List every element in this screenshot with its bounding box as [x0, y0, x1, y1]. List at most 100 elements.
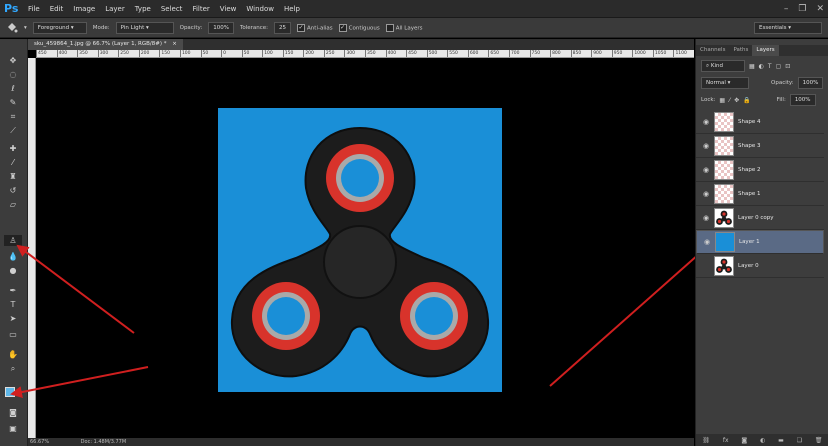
eyedropper-tool-icon[interactable]: ⟋: [4, 125, 22, 136]
history-brush-tool-icon[interactable]: ↺: [4, 185, 22, 196]
adjustment-icon[interactable]: ◐: [760, 437, 765, 444]
tolerance-field[interactable]: 25: [274, 21, 292, 34]
close-button[interactable]: ✕: [816, 4, 824, 14]
brush-tool-icon[interactable]: ⁄: [4, 157, 22, 168]
ruler-tick-label: 350: [77, 50, 98, 57]
status-bar: 66.67% Doc: 1.48M/3.77M: [28, 438, 694, 446]
all-layers-option[interactable]: All Layers: [385, 23, 423, 32]
all-layers-checkbox[interactable]: [385, 23, 394, 32]
menu-view[interactable]: View: [220, 5, 237, 13]
mask-icon[interactable]: ◙: [741, 437, 747, 444]
layer-name: Shape 4: [738, 118, 761, 125]
tool-preset-chevron-icon[interactable]: ▾: [24, 25, 27, 31]
lock-pixels-icon[interactable]: ⁄: [729, 97, 730, 104]
layer-row-layer-0-copy[interactable]: ◉ Layer 0 copy: [696, 206, 824, 230]
tab-channels[interactable]: Channels: [696, 45, 729, 56]
menu-type[interactable]: Type: [135, 5, 151, 13]
link-icon[interactable]: ⛓: [702, 437, 710, 444]
document-tab[interactable]: sku_459864_1.jpg @ 66.7% (Layer 1, RGB/8…: [28, 39, 183, 50]
fidget-spinner-image: [230, 126, 490, 378]
fill-field[interactable]: 100%: [789, 94, 816, 106]
layer-row-shape-4[interactable]: ◉ Shape 4: [696, 110, 824, 134]
layer-thumbnail: [715, 232, 735, 252]
hand-tool-icon[interactable]: ✋: [4, 349, 22, 360]
menu-filter[interactable]: Filter: [192, 5, 209, 13]
mode-select[interactable]: Pin Light ▾: [115, 21, 174, 34]
ruler-tick-label: 50: [241, 50, 263, 57]
layer-row-shape-3[interactable]: ◉ Shape 3: [696, 134, 824, 158]
layer-row-shape-2[interactable]: ◉ Shape 2: [696, 158, 824, 182]
layer-row-layer-1[interactable]: ◉ Layer 1: [696, 230, 824, 254]
minimize-button[interactable]: –: [784, 4, 789, 14]
pen-tool-icon[interactable]: ✒: [4, 285, 22, 296]
marquee-tool-icon[interactable]: ◌: [4, 69, 22, 80]
visibility-eye-icon[interactable]: ◉: [702, 118, 710, 126]
quick-select-tool-icon[interactable]: ✎: [4, 97, 22, 108]
filter-smart-object-icon[interactable]: ⊡: [785, 63, 790, 70]
foreground-color-swatch[interactable]: [5, 387, 15, 397]
menu-select[interactable]: Select: [161, 5, 183, 13]
menu-file[interactable]: File: [28, 5, 40, 13]
ruler-tick-label: 550: [447, 50, 468, 57]
visibility-off-icon[interactable]: [702, 262, 710, 270]
menu-edit[interactable]: Edit: [50, 5, 64, 13]
quick-mask-icon[interactable]: ◙: [4, 407, 22, 418]
menu-window[interactable]: Window: [246, 5, 274, 13]
horizontal-ruler: 450 400 350 300 250 200 150 100 50 0 50 100 150 200 25…: [36, 50, 694, 58]
move-tool-icon[interactable]: ✥: [4, 55, 22, 66]
filter-pixel-icon[interactable]: ▦: [749, 63, 755, 70]
filter-shape-icon[interactable]: ▢: [776, 63, 782, 70]
trash-icon[interactable]: 🗑: [815, 437, 823, 444]
clone-stamp-tool-icon[interactable]: ♜: [4, 171, 22, 182]
kind-filter-select[interactable]: ⌕ Kind: [701, 60, 745, 72]
lasso-tool-icon[interactable]: ℓ: [4, 83, 22, 94]
menu-help[interactable]: Help: [284, 5, 300, 13]
zoom-level[interactable]: 66.67%: [30, 439, 49, 445]
layer-name: Shape 3: [738, 142, 761, 149]
type-tool-icon[interactable]: T: [4, 299, 22, 310]
lock-transparent-icon[interactable]: ▦: [719, 97, 725, 104]
document-image[interactable]: [218, 108, 502, 392]
rectangle-tool-icon[interactable]: ▭: [4, 329, 22, 340]
filter-adjustment-icon[interactable]: ◐: [759, 63, 764, 70]
lock-position-icon[interactable]: ✥: [734, 97, 739, 104]
visibility-eye-icon[interactable]: ◉: [702, 190, 710, 198]
menu-layer[interactable]: Layer: [105, 5, 125, 13]
crop-tool-icon[interactable]: ⌗: [4, 111, 22, 122]
restore-button[interactable]: ❐: [798, 4, 806, 14]
folder-icon[interactable]: ▬: [778, 437, 784, 444]
dodge-tool-icon[interactable]: ●: [4, 265, 22, 276]
visibility-eye-icon[interactable]: ◉: [702, 166, 710, 174]
lock-all-icon[interactable]: 🔒: [743, 97, 750, 104]
screen-mode-icon[interactable]: ▣: [4, 423, 22, 434]
layer-row-layer-0[interactable]: Layer 0: [696, 254, 824, 278]
fill-source-select[interactable]: Foreground ▾: [32, 21, 87, 34]
visibility-eye-icon[interactable]: ◉: [702, 142, 710, 150]
ruler-tick-label: 1050: [652, 50, 674, 57]
healing-brush-tool-icon[interactable]: ✚: [4, 143, 22, 154]
zoom-tool-icon[interactable]: ⌕: [4, 363, 22, 374]
blend-mode-select[interactable]: Normal ▾: [701, 77, 749, 89]
layer-row-shape-1[interactable]: ◉ Shape 1: [696, 182, 824, 206]
menu-image[interactable]: Image: [73, 5, 95, 13]
blur-tool-icon[interactable]: 💧: [4, 251, 22, 262]
tab-layers[interactable]: Layers: [752, 45, 779, 56]
visibility-eye-icon[interactable]: ◉: [703, 238, 711, 246]
paint-bucket-tool-icon[interactable]: ♙: [4, 235, 22, 246]
visibility-eye-icon[interactable]: ◉: [702, 214, 710, 222]
contiguous-option[interactable]: ✓ Contiguous: [338, 23, 380, 32]
path-selection-tool-icon[interactable]: ➤: [4, 313, 22, 324]
document-close-icon[interactable]: ×: [172, 41, 177, 47]
paint-bucket-icon[interactable]: [6, 22, 18, 34]
opacity-field[interactable]: 100%: [208, 21, 234, 34]
eraser-tool-icon[interactable]: ▱: [4, 199, 22, 210]
fx-icon[interactable]: fx: [723, 437, 729, 444]
tab-paths[interactable]: Paths: [729, 45, 752, 56]
layer-opacity-field[interactable]: 100%: [797, 77, 824, 89]
antialias-option[interactable]: ✓ Anti-alias: [297, 23, 333, 32]
contiguous-checkbox[interactable]: ✓: [338, 23, 347, 32]
workspace-select[interactable]: Essentials ▾: [754, 21, 822, 34]
antialias-checkbox[interactable]: ✓: [297, 23, 306, 32]
filter-type-icon[interactable]: T: [768, 63, 772, 70]
new-layer-icon[interactable]: ❏: [797, 437, 802, 444]
